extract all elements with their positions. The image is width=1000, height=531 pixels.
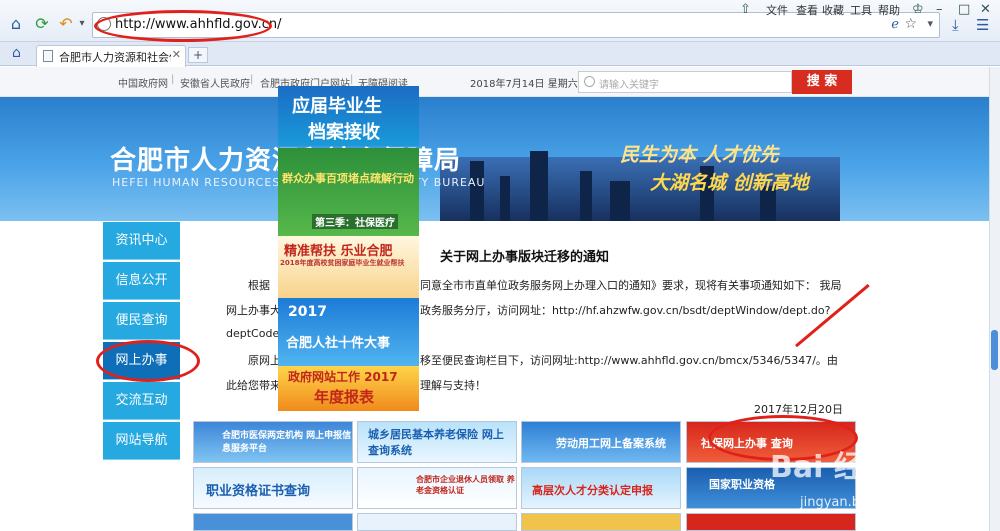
notice-title: 关于网上办事版块迁移的通知 [440, 250, 610, 265]
menu-help[interactable]: 帮助 [878, 2, 900, 18]
separator: | [350, 74, 354, 85]
page-scrollbar[interactable] [989, 67, 1000, 531]
close-icon[interactable]: ✕ [980, 2, 991, 17]
site-date: 2018年7月14日 星期六 [470, 79, 578, 90]
ad-service-action[interactable]: 群众办事百项堵点疏解行动 第三季：社保医疗 [278, 148, 419, 236]
separator: | [171, 74, 175, 85]
ad-text: 2018年度高校贫困家庭毕业生就业帮扶 [280, 259, 405, 267]
menu-tools[interactable]: 工具 [850, 2, 872, 18]
building [530, 151, 548, 221]
home-icon[interactable]: ⌂ [6, 14, 26, 34]
tile-retiree-certification[interactable]: 合肥市企业退休人员领取 养老金资格认证 [357, 467, 517, 509]
tile-label: 职业资格证书查询 [206, 484, 311, 499]
tile-partial[interactable] [193, 513, 353, 531]
ad-text: 政府网站工作 2017 [288, 370, 398, 384]
notice-text: 网上办事大 [226, 304, 281, 317]
refresh-icon[interactable]: ⟳ [32, 14, 52, 34]
ad-graduate-archive[interactable]: 应届毕业生 档案接收 [278, 86, 419, 146]
ad-text: 合肥人社十件大事 [286, 336, 391, 351]
ad-annual-report[interactable]: 政府网站工作 2017 年度报表 [278, 366, 419, 411]
slogan-secondary: 大湖名城 创新高地 [650, 172, 809, 194]
baidu-watermark: Bai 经验 [770, 450, 894, 485]
scrollbar-thumb[interactable] [991, 330, 998, 370]
tab-close-icon[interactable]: ✕ [172, 48, 181, 61]
chevron-down-icon[interactable]: ▾ [927, 17, 933, 30]
ad-text: 群众办事百项堵点疏解行动 [282, 172, 414, 185]
ad-ten-events[interactable]: 2017 合肥人社十件大事 [278, 298, 419, 366]
ad-text: 应届毕业生 [292, 96, 382, 117]
building [610, 181, 630, 221]
baidu-watermark-sub: jingyan.baidu.com [800, 495, 920, 510]
link-anhui[interactable]: 安徽省人民政府 [180, 75, 250, 90]
notice-text: deptCode [226, 327, 280, 340]
download-icon[interactable]: ⤓ [952, 16, 959, 34]
link-gov[interactable]: 中国政府网 [118, 75, 168, 90]
notice-text: 此给您带来 [226, 379, 281, 392]
ad-text: 档案接收 [308, 122, 380, 143]
ad-text: 精准帮扶 乐业合肥 [284, 244, 393, 259]
browser-tab[interactable]: 合肥市人力资源和社会保 ✕ [36, 45, 186, 67]
tile-label: 合肥市医保两定机构 网上申报信息服务平台 [222, 431, 352, 454]
notice-text: 根据 [248, 279, 270, 292]
tile-partial[interactable] [357, 513, 517, 531]
menu-file[interactable]: 文件 [766, 2, 788, 18]
settings-icon[interactable]: ☰ [976, 16, 989, 34]
nav-site-map[interactable]: 网站导航 [103, 422, 180, 460]
ad-text: 年度报表 [314, 388, 375, 406]
dropdown-icon[interactable]: ▾ [72, 14, 92, 34]
new-tab-button[interactable]: + [188, 47, 208, 63]
tile-label: 城乡居民基本养老保险 网上查询系统 [368, 428, 504, 457]
maximize-icon[interactable]: □ [958, 2, 970, 17]
tile-label: 合肥市企业退休人员领取 养老金资格认证 [416, 475, 515, 495]
floating-ads: 应届毕业生 档案接收 群众办事百项堵点疏解行动 第三季：社保医疗 精准帮扶 乐业… [278, 86, 419, 411]
ad-employment-aid[interactable]: 精准帮扶 乐业合肥 2018年度高校贫困家庭毕业生就业帮扶 [278, 236, 419, 298]
tile-label: 劳动用工网上备案系统 [556, 437, 666, 450]
minimize-icon[interactable]: – [936, 2, 943, 17]
tile-label: 国家职业资格 [709, 478, 775, 491]
tile-pension-query[interactable]: 城乡居民基本养老保险 网上查询系统 [357, 421, 517, 463]
search-icon [584, 76, 595, 87]
tile-certificate-query[interactable]: 职业资格证书查询 [193, 467, 353, 509]
notice-text: 理解与支持！ [420, 379, 486, 392]
notice-text: 原网上 [248, 354, 281, 367]
nav-news-center[interactable]: 资讯中心 [103, 222, 180, 260]
tile-medical-insurance[interactable]: 合肥市医保两定机构 网上申报信息服务平台 [193, 421, 353, 463]
star-icon[interactable]: ☆ [904, 16, 917, 32]
tile-label: 高层次人才分类认定申报 [532, 484, 653, 497]
tile-partial[interactable] [521, 513, 681, 531]
page-icon [43, 50, 53, 62]
building [470, 161, 484, 221]
ad-text: 2017 [288, 304, 327, 320]
slogan-primary: 民生为本 人才优先 [620, 144, 779, 166]
menu-view[interactable]: 查看 [796, 2, 818, 18]
tile-talent-declaration[interactable]: 高层次人才分类认定申报 [521, 467, 681, 509]
search-placeholder: 请输入关键字 [599, 80, 659, 91]
tab-title: 合肥市人力资源和社会保 [59, 51, 171, 64]
nav-public-query[interactable]: 便民查询 [103, 302, 180, 340]
home-tab-icon[interactable]: ⌂ [12, 45, 21, 61]
tile-labor-filing[interactable]: 劳动用工网上备案系统 [521, 421, 681, 463]
extension-icon[interactable]: ℯ [891, 17, 899, 32]
ad-text: 第三季：社保医疗 [312, 214, 398, 229]
notice-text: 同意全市市直单位政务服务网上办理入口的通知》要求，现将有关事项通知如下： 我局 [420, 279, 842, 292]
search-button[interactable]: 搜 索 [792, 70, 852, 94]
menu-toggle-icon[interactable]: ⇧ [740, 2, 751, 17]
notice-text: 政务服务分厅，访问网址：http://hf.ahzwfw.gov.cn/bsdt… [420, 304, 831, 317]
separator: | [250, 74, 254, 85]
building [500, 176, 510, 221]
site-search-input[interactable]: 请输入关键字 [578, 71, 792, 93]
notice-text: 移至便民查询栏目下，访问网址:http://www.ahhfld.gov.cn/… [420, 354, 838, 367]
annotation-nav-circle [96, 340, 200, 382]
tile-partial[interactable] [686, 513, 856, 531]
nav-info-disclosure[interactable]: 信息公开 [103, 262, 180, 300]
building [580, 171, 592, 221]
annotation-url-circle [94, 10, 272, 42]
skin-icon[interactable]: ♔ [912, 2, 924, 17]
menu-favorites[interactable]: 收藏 [822, 2, 844, 18]
nav-interaction[interactable]: 交流互动 [103, 382, 180, 420]
